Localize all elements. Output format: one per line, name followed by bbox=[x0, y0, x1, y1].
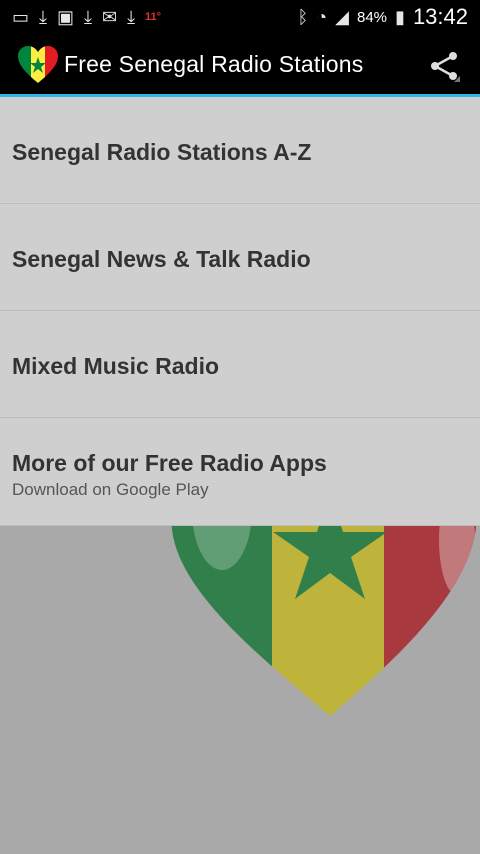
image-icon: ▣ bbox=[56, 7, 74, 27]
battery-icon: ▮ bbox=[395, 7, 405, 27]
senegal-heart-icon[interactable] bbox=[16, 45, 60, 85]
download-icon: ⤓ bbox=[127, 7, 136, 27]
app-title: Free Senegal Radio Stations bbox=[64, 51, 364, 77]
action-bar: Free Senegal Radio Stations bbox=[0, 34, 480, 97]
wifi-icon: ◔ bbox=[316, 7, 328, 27]
system-icons: ᛒ ◔ ◢ 84% ▮ 13:42 bbox=[297, 0, 468, 34]
menu-item-radio-stations-az[interactable]: Senegal Radio Stations A-Z bbox=[0, 97, 480, 204]
menu-item-mixed-music-radio[interactable]: Mixed Music Radio bbox=[0, 311, 480, 418]
status-bar: ▭ ⤓ ▣ ⤓ ✉ ⤓ 11° ᛒ ◔ ◢ 84% ▮ 13:42 bbox=[0, 0, 480, 34]
menu-item-label: Senegal Radio Stations A-Z bbox=[12, 139, 312, 165]
battery-percent: 84% bbox=[357, 8, 388, 26]
download-icon: ⤓ bbox=[84, 7, 92, 27]
chat-icon: ▭ bbox=[12, 7, 30, 27]
main-menu: Senegal Radio Stations A-Z Senegal News … bbox=[0, 97, 480, 526]
clock: 13:42 bbox=[412, 4, 468, 29]
download-icon: ⤓ bbox=[39, 7, 47, 27]
signal-icon: ◢ bbox=[335, 7, 349, 27]
menu-item-label: Senegal News & Talk Radio bbox=[12, 246, 311, 272]
notification-icons: ▭ ⤓ ▣ ⤓ ✉ ⤓ 11° bbox=[0, 8, 161, 26]
menu-item-more-apps[interactable]: More of our Free Radio Apps Download on … bbox=[0, 418, 480, 526]
temperature-icon: 11° bbox=[145, 11, 162, 23]
menu-item-label: Mixed Music Radio bbox=[12, 353, 220, 379]
bluetooth-icon: ᛒ bbox=[297, 7, 309, 27]
share-icon[interactable] bbox=[426, 48, 462, 84]
menu-item-label: More of our Free Radio Apps bbox=[12, 450, 327, 476]
menu-item-subtitle: Download on Google Play bbox=[12, 480, 209, 499]
menu-item-news-talk-radio[interactable]: Senegal News & Talk Radio bbox=[0, 204, 480, 311]
email-icon: ✉ bbox=[101, 7, 118, 27]
